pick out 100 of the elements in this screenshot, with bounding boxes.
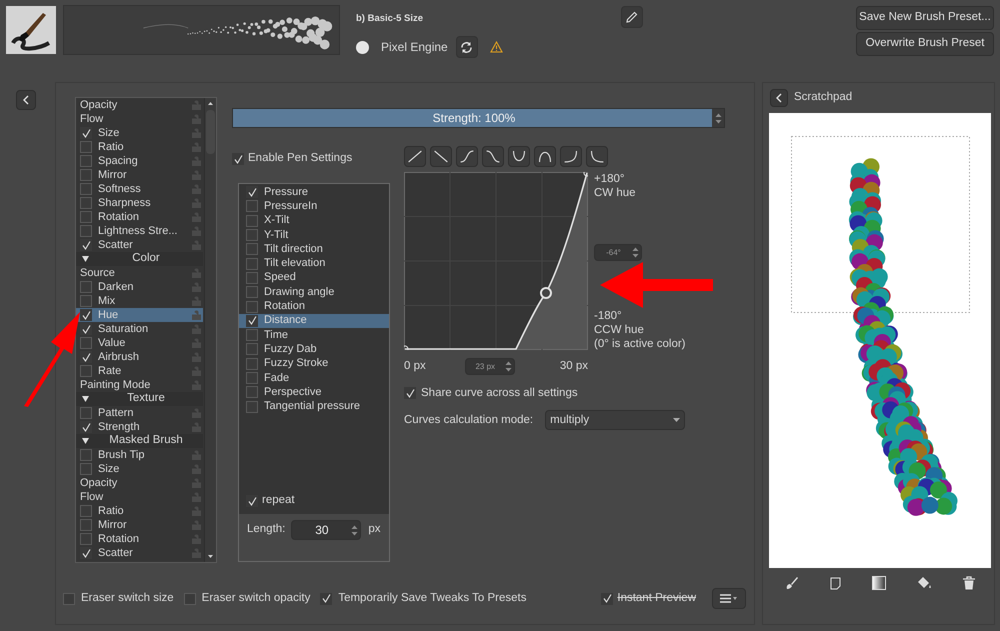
checkbox[interactable]: [80, 225, 92, 237]
checkbox[interactable]: [232, 153, 244, 165]
checkbox[interactable]: [80, 519, 92, 531]
curve-preset-button[interactable]: [430, 146, 452, 167]
sensor-row[interactable]: Rotation: [76, 532, 203, 546]
pen-sensor-row[interactable]: Speed: [239, 270, 389, 286]
sensor-row[interactable]: Spacing: [76, 154, 203, 168]
checkbox[interactable]: [80, 183, 92, 195]
checkbox[interactable]: [246, 214, 258, 227]
checkbox[interactable]: [80, 533, 92, 545]
pen-sensor-row[interactable]: Fade: [239, 370, 389, 386]
expand-triangle-icon[interactable]: [82, 396, 89, 402]
checkbox[interactable]: [246, 343, 258, 356]
sensor-row[interactable]: Pattern: [76, 406, 203, 420]
checkbox[interactable]: [184, 592, 196, 604]
checkbox[interactable]: [246, 286, 258, 298]
checkbox[interactable]: [80, 337, 92, 349]
curve-editor[interactable]: [404, 172, 588, 350]
pen-sensor-row[interactable]: Tilt direction: [239, 242, 389, 256]
checkbox[interactable]: [80, 239, 92, 251]
checkbox[interactable]: [246, 186, 258, 198]
sensor-row[interactable]: Size: [76, 126, 203, 140]
checkbox[interactable]: [246, 495, 258, 507]
sensor-row[interactable]: Rate: [76, 364, 203, 378]
checkbox[interactable]: [80, 449, 92, 461]
checkbox[interactable]: [246, 229, 258, 242]
sensor-row[interactable]: Ratio: [76, 504, 203, 518]
checkbox[interactable]: [246, 200, 258, 212]
checkbox[interactable]: [246, 386, 258, 398]
checkbox[interactable]: [80, 127, 92, 139]
curve-preset-button[interactable]: [534, 146, 556, 167]
checkbox[interactable]: [601, 592, 614, 604]
lock-icon[interactable]: [192, 310, 201, 320]
checkbox[interactable]: [80, 365, 92, 377]
checkbox[interactable]: [246, 300, 258, 313]
checkbox[interactable]: [246, 372, 258, 384]
mode-dropdown[interactable]: multiply: [545, 410, 686, 430]
collapse-button[interactable]: [16, 90, 36, 110]
pen-sensor-row[interactable]: PressureIn: [239, 199, 389, 214]
sensor-row[interactable]: Saturation: [76, 322, 203, 336]
checkbox[interactable]: [246, 329, 258, 342]
curve-preset-button[interactable]: [404, 146, 426, 167]
pen-sensor-row[interactable]: Perspective: [239, 385, 389, 400]
paintbrush-icon[interactable]: [784, 576, 799, 590]
checkbox[interactable]: [80, 197, 92, 209]
curve-preset-button[interactable]: [456, 146, 478, 167]
menu-button[interactable]: [712, 588, 746, 609]
checkbox[interactable]: [80, 169, 92, 181]
sensor-row[interactable]: Airbrush: [76, 350, 203, 364]
checkbox[interactable]: [246, 400, 258, 413]
checkbox[interactable]: [246, 258, 258, 270]
preset-button[interactable]: Overwrite Brush Preset: [856, 32, 994, 56]
checkbox[interactable]: [320, 592, 332, 604]
checkbox[interactable]: [80, 141, 92, 153]
checkbox[interactable]: [80, 421, 92, 433]
checkbox[interactable]: [80, 211, 92, 223]
edit-button[interactable]: [620, 6, 643, 28]
pen-sensor-row[interactable]: Y-Tilt: [239, 228, 389, 242]
spin-box[interactable]: 23 px: [464, 358, 515, 376]
sensor-row[interactable]: Value: [76, 336, 203, 350]
pen-sensor-row[interactable]: Tangential pressure: [239, 399, 389, 414]
pen-sensor-row[interactable]: Fuzzy Stroke: [239, 356, 389, 371]
sensor-row[interactable]: Lightness Stre...: [76, 224, 203, 238]
preset-button[interactable]: Save New Brush Preset...: [856, 6, 994, 30]
blank-page-icon[interactable]: [830, 576, 841, 590]
pen-sensor-row[interactable]: Distance: [239, 314, 389, 328]
checkbox[interactable]: [80, 323, 92, 335]
sensor-row[interactable]: Rotation: [76, 210, 203, 224]
pen-sensor-row[interactable]: Pressure: [239, 185, 389, 200]
curve-preset-button[interactable]: [560, 146, 582, 167]
checkbox[interactable]: [80, 309, 92, 321]
checkbox[interactable]: [246, 358, 258, 370]
pen-sensor-row[interactable]: Fuzzy Dab: [239, 342, 389, 357]
scrollbar[interactable]: [204, 98, 216, 562]
paint-bucket-icon[interactable]: [917, 576, 932, 590]
sensor-row[interactable]: Softness: [76, 182, 203, 196]
checkbox[interactable]: [80, 295, 92, 307]
pen-sensor-row[interactable]: Rotation: [239, 299, 389, 314]
sensor-row[interactable]: Ratio: [76, 140, 203, 154]
expand-triangle-icon[interactable]: [82, 256, 89, 262]
sensor-row[interactable]: Mirror: [76, 518, 203, 532]
collapse-button[interactable]: [770, 89, 788, 107]
curve-preset-button[interactable]: [586, 146, 608, 167]
checkbox[interactable]: [80, 547, 92, 559]
sensor-row[interactable]: Hue: [76, 308, 203, 322]
sensor-row[interactable]: Scatter: [76, 238, 203, 252]
reload-button[interactable]: [456, 36, 478, 58]
curve-preset-button[interactable]: [508, 146, 530, 167]
sensor-row[interactable]: Strength: [76, 420, 203, 434]
checkbox[interactable]: [246, 314, 258, 327]
sensor-row[interactable]: Brush Tip: [76, 448, 203, 462]
sensor-row[interactable]: Mix: [76, 294, 203, 308]
checkbox[interactable]: [80, 505, 92, 517]
checkbox[interactable]: [404, 387, 416, 400]
checkbox[interactable]: [80, 463, 92, 475]
checkbox[interactable]: [80, 281, 92, 293]
pen-sensor-row[interactable]: X-Tilt: [239, 214, 389, 228]
spin-box[interactable]: -64°: [594, 244, 642, 261]
sensor-row[interactable]: Scatter: [76, 546, 203, 560]
pen-sensor-row[interactable]: Tilt elevation: [239, 256, 389, 271]
